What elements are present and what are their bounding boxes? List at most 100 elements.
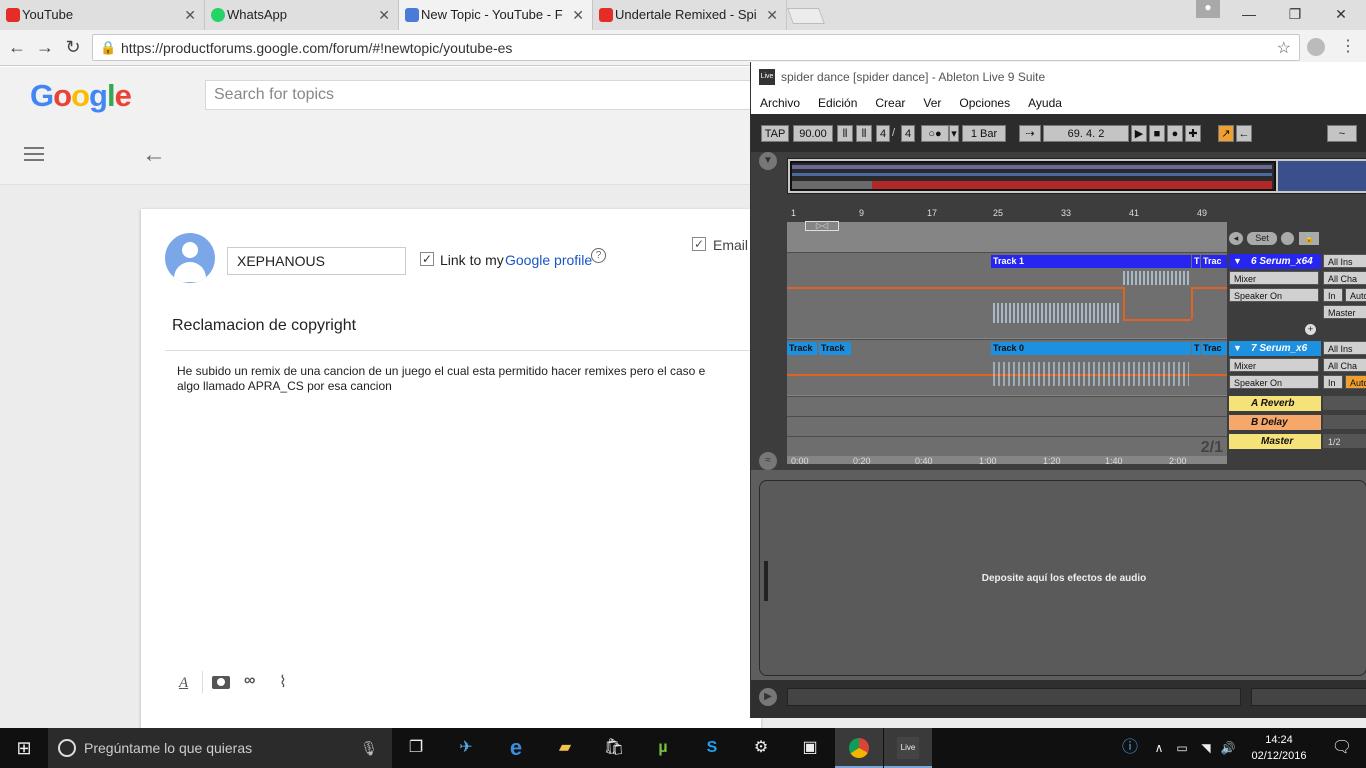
input-type-select[interactable]: All Ins (1323, 341, 1366, 355)
set-button[interactable]: Set (1247, 232, 1277, 245)
monitor-in-button[interactable]: In (1323, 375, 1343, 389)
display-name-input[interactable]: XEPHANOUS (227, 247, 406, 275)
automation-line[interactable] (787, 287, 1123, 289)
position-field[interactable]: 69. 4. 2 (1043, 125, 1129, 142)
skype-icon[interactable]: S (688, 728, 736, 768)
automation-line[interactable] (1191, 287, 1227, 289)
audio-clip[interactable]: T (1192, 255, 1200, 268)
stop-icon[interactable]: ■ (1149, 125, 1165, 142)
collapse-icon[interactable]: ▼ (759, 152, 777, 170)
google-profile-link[interactable]: Google profile (505, 252, 592, 268)
steam-icon[interactable]: ⚙ (737, 728, 785, 768)
loop-brace[interactable]: ▷◁ (805, 221, 839, 231)
camera-icon[interactable] (212, 676, 230, 689)
link-profile-checkbox[interactable]: ✓ (420, 252, 434, 266)
automation-line[interactable] (1191, 287, 1193, 319)
track-lane[interactable]: Track Track Track 0 T Trac (787, 339, 1227, 395)
microphone-icon[interactable]: 🎙 (360, 728, 378, 768)
device-view[interactable]: Deposite aquí los efectos de audio (759, 480, 1366, 676)
close-icon[interactable]: ✕ (572, 0, 584, 30)
input-type-select[interactable]: All Ins (1323, 254, 1366, 268)
menu-icon[interactable]: ⋮ (1340, 36, 1356, 58)
output-select[interactable]: Master (1323, 305, 1366, 319)
clock[interactable]: 14:24 02/12/2016 (1242, 732, 1316, 764)
audio-clip[interactable]: Track 1 (991, 255, 1191, 268)
utorrent-icon[interactable]: µ (639, 728, 687, 768)
notifications-icon[interactable]: 🗨 (1318, 728, 1366, 768)
master-lane[interactable]: 2/1 (787, 436, 1227, 456)
close-icon[interactable]: ✕ (378, 0, 390, 30)
monitor-in-button[interactable]: In (1323, 288, 1343, 302)
wifi-icon[interactable]: ◥ (1194, 728, 1218, 768)
return-b-header[interactable]: B Delay (1229, 415, 1321, 430)
back-arrow-icon[interactable]: ← (142, 141, 166, 169)
overdub-icon[interactable]: ✚ (1185, 125, 1201, 142)
battery-icon[interactable]: ▭ (1170, 728, 1194, 768)
time-sig-numerator[interactable]: 4 (876, 125, 890, 142)
google-logo[interactable]: Google (30, 78, 132, 114)
return-lane[interactable] (787, 416, 1227, 436)
minimize-button[interactable]: — (1226, 0, 1272, 30)
tab-new-topic[interactable]: New Topic - YouTube - F ✕ (399, 0, 593, 30)
windows-start-icon[interactable]: ⊞ (0, 728, 48, 768)
file-explorer-icon[interactable]: ▰ (541, 728, 589, 768)
mixer-select[interactable]: Mixer (1229, 271, 1319, 285)
star-icon[interactable]: ☆ (1277, 38, 1291, 58)
loop-icon[interactable]: ~ (1327, 125, 1357, 142)
close-window-button[interactable]: ✕ (1318, 0, 1364, 30)
extension-icon[interactable] (1307, 38, 1325, 56)
tap-button[interactable]: TAP (761, 125, 789, 142)
format-text-icon[interactable]: A (179, 675, 188, 692)
close-icon[interactable]: ✕ (184, 0, 196, 30)
menu-crear[interactable]: Crear (866, 92, 914, 110)
chevron-down-icon[interactable]: ▾ (949, 125, 959, 142)
fold-icon[interactable]: ▼ (1233, 343, 1242, 353)
cortana-search[interactable]: Pregúntame lo que quieras 🎙 (48, 728, 392, 768)
help-icon[interactable]: ? (591, 248, 606, 263)
forward-icon[interactable]: → (34, 37, 56, 59)
return-a-output[interactable] (1323, 396, 1366, 410)
wave-icon[interactable]: ≈ (759, 452, 777, 470)
tab-youtube[interactable]: YouTube ✕ (0, 0, 205, 30)
nudge-up-icon[interactable]: ⦀ (856, 125, 872, 142)
return-a-header[interactable]: A Reverb (1229, 396, 1321, 411)
master-header[interactable]: Master (1229, 434, 1321, 449)
audio-clip[interactable]: Trac (1201, 255, 1227, 268)
add-icon[interactable]: + (1305, 324, 1316, 335)
task-view-icon[interactable]: ❐ (392, 728, 440, 768)
edge-icon[interactable]: e (492, 728, 540, 768)
chevron-up-icon[interactable]: ∧ (1148, 728, 1170, 768)
input-channel-select[interactable]: All Cha (1323, 271, 1366, 285)
return-b-output[interactable] (1323, 415, 1366, 429)
audio-clip[interactable]: Track (787, 342, 817, 355)
input-channel-select[interactable]: All Cha (1323, 358, 1366, 372)
tab-undertale[interactable]: Undertale Remixed - Spi ✕ (593, 0, 787, 30)
reload-icon[interactable]: ↻ (62, 37, 84, 59)
track-lanes[interactable]: ▷◁ Track 1 T Trac Track Track Track 0 T … (787, 221, 1227, 464)
automation-line[interactable] (1123, 319, 1191, 321)
mixer-select[interactable]: Mixer (1229, 358, 1319, 372)
return-lane[interactable] (787, 396, 1227, 416)
new-tab-button[interactable] (787, 8, 825, 24)
device-select[interactable]: Speaker On (1229, 288, 1319, 302)
menu-ver[interactable]: Ver (914, 92, 950, 110)
profile-icon[interactable]: ● (1196, 0, 1220, 18)
menu-edicion[interactable]: Edición (809, 92, 866, 110)
hamburger-icon[interactable] (24, 147, 44, 161)
audio-clip[interactable]: Track 0 (991, 342, 1191, 355)
restore-button[interactable]: ❐ (1272, 0, 1318, 30)
arrangement-overview[interactable] (787, 158, 1366, 194)
audio-clip[interactable]: Track (819, 342, 851, 355)
tempo-field[interactable]: 90.00 (793, 125, 833, 142)
nudge-down-icon[interactable]: ⦀ (837, 125, 853, 142)
fold-icon[interactable]: ▼ (1233, 256, 1242, 266)
link-icon[interactable]: ∞ (244, 672, 255, 690)
follow-icon[interactable]: ⇢ (1019, 125, 1041, 142)
back-icon[interactable]: ← (6, 37, 28, 59)
back-to-arrangement-icon[interactable]: ← (1236, 125, 1252, 142)
automation-line[interactable] (1123, 287, 1125, 319)
app-icon[interactable]: ✈ (442, 728, 490, 768)
tab-whatsapp[interactable]: WhatsApp ✕ (205, 0, 399, 30)
lock-icon[interactable]: 🔒 (1299, 232, 1319, 245)
email-checkbox[interactable]: ✓ (692, 237, 706, 251)
